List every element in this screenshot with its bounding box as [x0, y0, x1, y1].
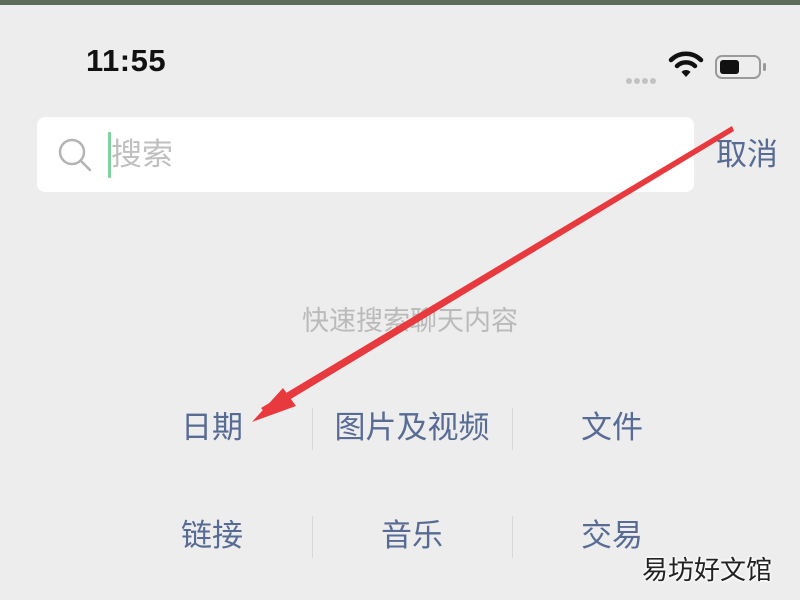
category-files-link[interactable]: 文件: [512, 400, 712, 456]
watermark: 易坊好文馆: [641, 556, 772, 586]
battery-icon: [715, 55, 766, 79]
search-bar[interactable]: [37, 117, 694, 192]
category-music-link[interactable]: 音乐: [312, 508, 512, 564]
category-links-link[interactable]: 链接: [112, 508, 312, 564]
category-row: 链接 音乐 交易: [112, 508, 712, 564]
category-date-link[interactable]: 日期: [112, 400, 312, 456]
cancel-button[interactable]: 取消: [716, 132, 778, 178]
signal-dots-icon: [626, 69, 658, 88]
search-input[interactable]: [111, 117, 671, 192]
search-icon: [58, 138, 92, 172]
category-images-videos-link[interactable]: 图片及视频: [312, 400, 512, 456]
category-row: 日期 图片及视频 文件: [112, 400, 712, 456]
wifi-icon: [668, 51, 704, 77]
status-bar: 11:55: [0, 5, 800, 95]
status-time: 11:55: [86, 43, 167, 78]
search-hint: 快速搜索聊天内容: [302, 306, 518, 337]
